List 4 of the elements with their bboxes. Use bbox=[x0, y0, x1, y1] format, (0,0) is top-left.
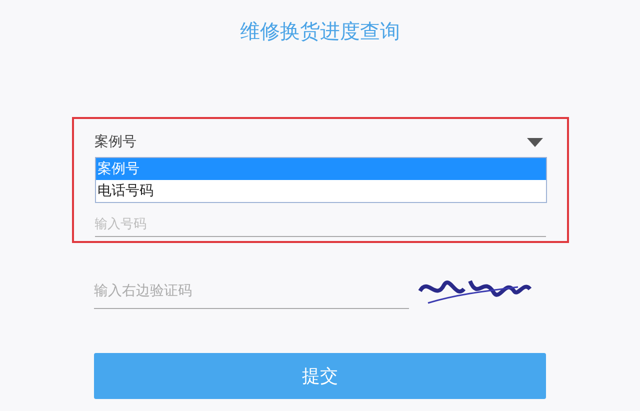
captcha-input-field[interactable]: 输入右边验证码 bbox=[94, 273, 409, 309]
number-input-field[interactable]: 输入号码 bbox=[94, 213, 546, 237]
query-type-select[interactable]: 案例号 bbox=[94, 129, 546, 155]
page-title: 维修换货进度查询 bbox=[240, 18, 400, 45]
